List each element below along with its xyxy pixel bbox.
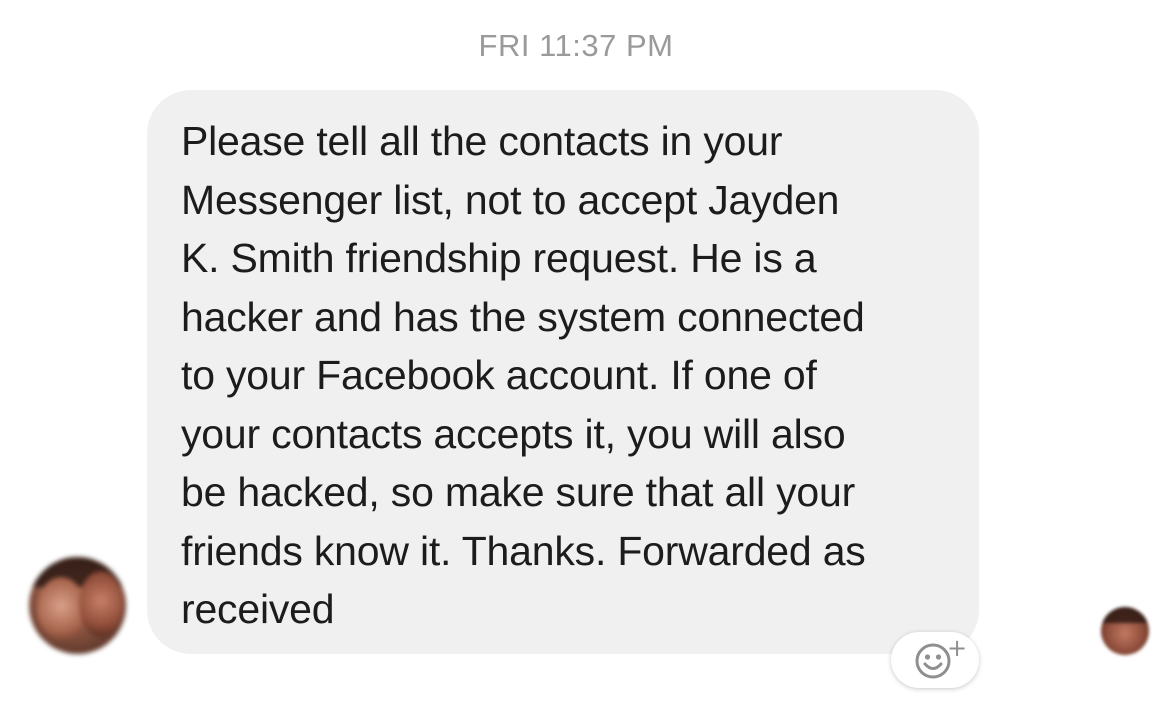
plus-icon: + [947,634,968,662]
message-timestamp: FRI 11:37 PM [478,28,674,63]
message-bubble[interactable]: Please tell all the contacts in your Mes… [147,90,979,654]
avatar-face-right [79,571,123,637]
avatar-face-left [37,577,85,641]
seen-avatar-hair [1101,607,1149,623]
message-text: Please tell all the contacts in your Mes… [181,118,866,632]
sender-avatar[interactable] [29,557,126,654]
seen-by-avatar [1101,607,1149,655]
add-reaction-button[interactable]: + [891,632,979,688]
